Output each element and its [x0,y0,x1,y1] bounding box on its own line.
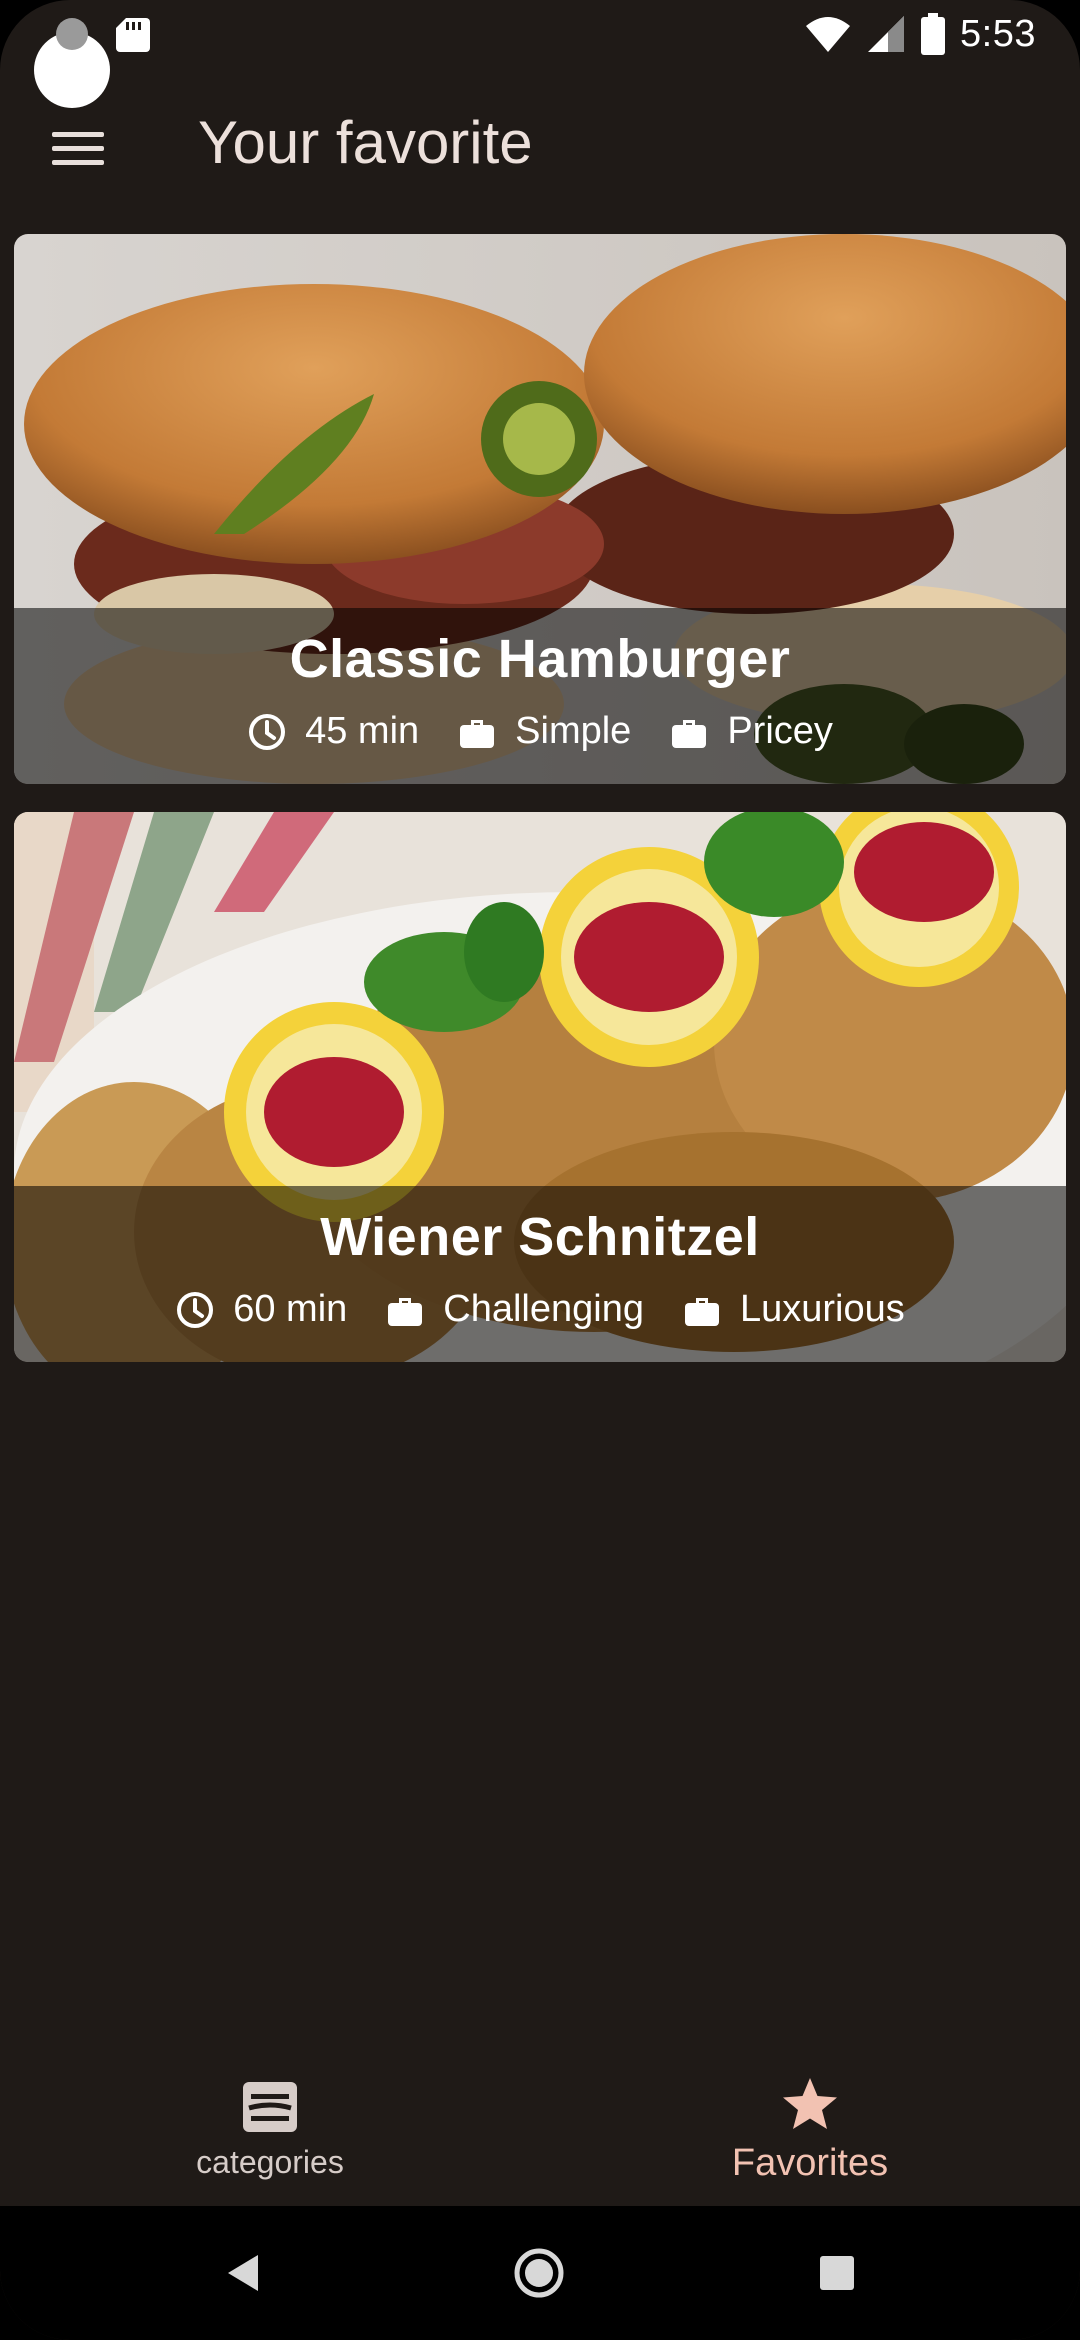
sd-card-icon [56,18,150,52]
app-bar: Your favorite [0,80,1080,206]
briefcase-icon [460,719,495,748]
status-time: 5:53 [960,12,1036,55]
meal-duration-text: 45 min [305,710,420,752]
clock-icon [177,1291,214,1328]
meal-complexity-text: Simple [515,710,632,752]
card-info-overlay: Classic Hamburger 45 min Simple Pricey [14,608,1066,784]
meal-complexity-text: Challenging [443,1288,644,1330]
meal-meta-row: 45 min Simple Pricey [247,710,833,753]
meal-duration: 45 min [247,710,419,753]
meal-duration-text: 60 min [233,1288,348,1330]
meal-title: Wiener Schnitzel [320,1207,760,1267]
meal-affordability: Luxurious [682,1288,905,1331]
meal-affordability: Pricey [669,710,833,753]
meal-complexity: Challenging [385,1288,644,1331]
nav-label-categories: categories [196,2143,344,2180]
meal-complexity: Simple [457,710,631,753]
nav-item-favorites[interactable]: Favorites [540,2054,1080,2206]
meal-meta-row: 60 min Challenging Luxurious [175,1288,905,1331]
recents-icon[interactable] [812,2248,862,2298]
dish-icon [243,2081,297,2132]
system-navigation-bar [0,2206,1080,2340]
bottom-navigation-bar: categories Favorites [0,2054,1080,2206]
page-title: Your favorite [198,109,533,176]
card-info-overlay: Wiener Schnitzel 60 min Challenging Luxu… [14,1186,1066,1362]
star-icon [783,2077,837,2129]
wifi-icon [806,17,851,52]
home-icon[interactable] [514,2248,564,2298]
clock-icon [249,713,286,750]
cellular-signal-icon [868,16,905,52]
meal-card-wiener-schnitzel[interactable]: Wiener Schnitzel 60 min Challenging Luxu… [14,812,1066,1362]
nav-label-favorites: Favorites [731,2141,889,2184]
battery-icon [921,13,946,55]
hamburger-menu-icon[interactable] [40,110,116,186]
meal-card-classic-hamburger[interactable]: Classic Hamburger 45 min Simple Pricey [14,234,1066,784]
meal-affordability-text: Pricey [727,710,833,752]
briefcase-icon [672,719,707,748]
app-screen: 5:53 Your favorite Classic Hamburger 45 … [0,0,1080,2340]
meal-title: Classic Hamburger [289,629,791,689]
meal-duration: 60 min [175,1288,347,1331]
briefcase-icon [685,1297,719,1326]
meal-affordability-text: Luxurious [740,1288,905,1330]
back-icon[interactable] [218,2248,268,2298]
briefcase-icon [388,1297,423,1326]
status-bar: 5:53 [0,0,1080,108]
nav-item-categories[interactable]: categories [0,2054,540,2206]
